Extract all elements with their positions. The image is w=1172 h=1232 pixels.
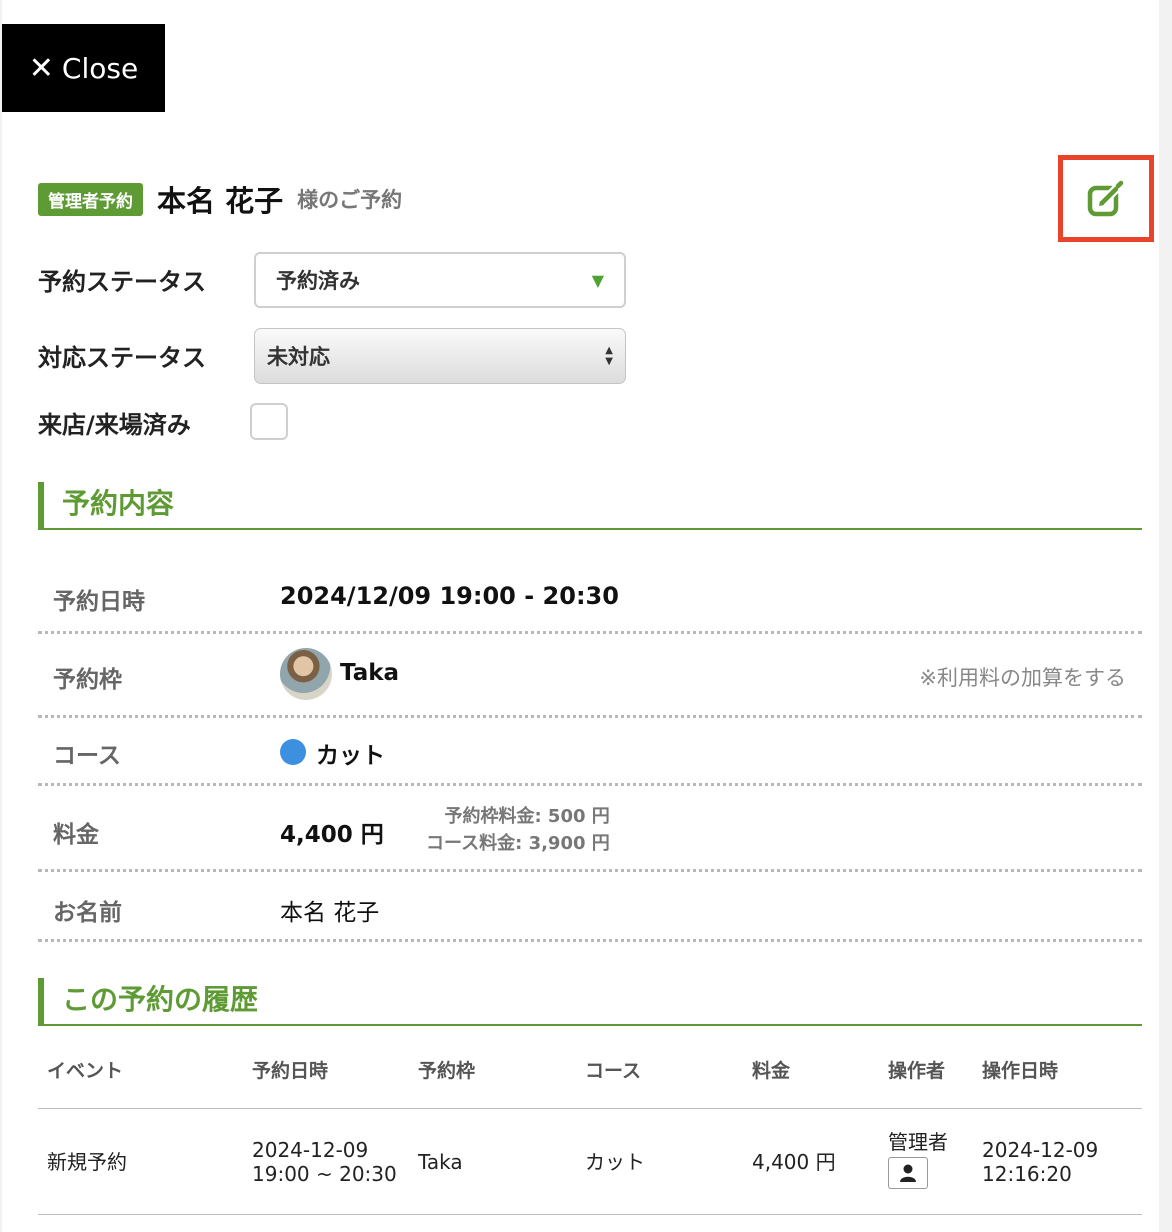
col-event: イベント	[47, 1060, 124, 1082]
close-button[interactable]: ✕ Close	[2, 24, 165, 112]
close-label: Close	[61, 51, 139, 85]
person-icon	[900, 1164, 916, 1182]
row-operator: 管理者	[888, 1130, 948, 1189]
row-price: 4,400 円	[752, 1150, 836, 1174]
reservation-header: 管理者予約 本名 花子 様のご予約	[38, 178, 402, 220]
fee-add-note[interactable]: ※利用料の加算をする	[919, 662, 1126, 692]
select-arrows-icon: ▲ ▼	[605, 345, 613, 367]
col-datetime: 予約日時	[252, 1060, 329, 1082]
col-op-date: 操作日時	[982, 1060, 1059, 1082]
row-slot: Taka	[418, 1150, 463, 1174]
dropdown-triangle-icon: ▼	[591, 270, 604, 290]
admin-reservation-badge: 管理者予約	[38, 182, 143, 216]
visited-checkbox[interactable]	[250, 403, 288, 440]
row-datetime: 2024-12-09 19:00 ~ 20:30	[252, 1138, 397, 1186]
detail-row-course: コース カット	[38, 718, 1142, 786]
price-breakdown: 予約枠料金: 500 円 コース料金: 3,900 円	[426, 803, 610, 857]
col-price: 料金	[752, 1060, 791, 1082]
detail-row-datetime: 予約日時 2024/12/09 19:00 - 20:30	[38, 560, 1142, 634]
history-table-header: イベント 予約日時 予約枠 コース 料金 操作者 操作日時	[38, 1054, 1142, 1109]
slot-value: Taka	[340, 660, 400, 686]
course-fee: コース料金: 3,900 円	[426, 833, 610, 854]
row-event: 新規予約	[47, 1150, 127, 1174]
slot-fee: 予約枠料金: 500 円	[444, 806, 610, 827]
detail-row-name: お名前 本名 花子	[38, 872, 1142, 942]
price-value: 4,400 円	[280, 822, 384, 848]
course-value: カット	[316, 743, 385, 769]
col-operator: 操作者	[888, 1060, 946, 1082]
table-row: 新規予約 2024-12-09 19:00 ~ 20:30 Taka カット 4…	[38, 1110, 1142, 1215]
detail-row-slot: 予約枠 Taka ※利用料の加算をする	[38, 634, 1142, 718]
row-date-line2: 19:00 ~ 20:30	[252, 1162, 397, 1186]
course-color-dot	[280, 739, 306, 765]
reservation-status-select[interactable]: 予約済み ▼	[254, 252, 626, 308]
reservation-status-value: 予約済み	[276, 269, 360, 293]
customer-name: 本名 花子	[157, 184, 284, 218]
op-date-line2: 12:16:20	[982, 1162, 1072, 1186]
name-value: 本名 花子	[280, 900, 380, 926]
reservation-suffix: 様のご予約	[297, 188, 403, 212]
course-label: コース	[53, 743, 121, 769]
operator-name: 管理者	[888, 1130, 948, 1154]
user-icon[interactable]	[888, 1157, 928, 1189]
name-label: お名前	[53, 900, 122, 926]
price-label: 料金	[53, 822, 99, 848]
slot-label: 予約枠	[53, 667, 122, 693]
row-op-date: 2024-12-09 12:16:20	[982, 1138, 1098, 1186]
response-status-select[interactable]: 未対応 ▲ ▼	[254, 328, 626, 384]
edit-icon	[1087, 179, 1125, 216]
close-icon: ✕	[28, 50, 54, 86]
op-date-line1: 2024-12-09	[982, 1138, 1099, 1162]
reservation-status-label: 予約ステータス	[38, 268, 206, 296]
response-status-value: 未対応	[267, 345, 330, 369]
col-course: コース	[585, 1060, 642, 1082]
detail-row-price: 料金 4,400 円 予約枠料金: 500 円 コース料金: 3,900 円	[38, 786, 1142, 872]
col-slot: 予約枠	[418, 1060, 476, 1082]
row-course: カット	[585, 1150, 645, 1174]
row-date-line1: 2024-12-09	[252, 1138, 369, 1162]
datetime-label: 予約日時	[53, 589, 145, 615]
edit-button[interactable]	[1058, 155, 1154, 242]
staff-avatar	[280, 648, 332, 700]
response-status-label: 対応ステータス	[38, 344, 206, 372]
history-section-title: この予約の履歴	[38, 978, 1142, 1026]
details-section-title: 予約内容	[38, 482, 1142, 530]
datetime-value: 2024/12/09 19:00 - 20:30	[280, 582, 619, 610]
visited-label: 来店/来場済み	[38, 411, 191, 439]
